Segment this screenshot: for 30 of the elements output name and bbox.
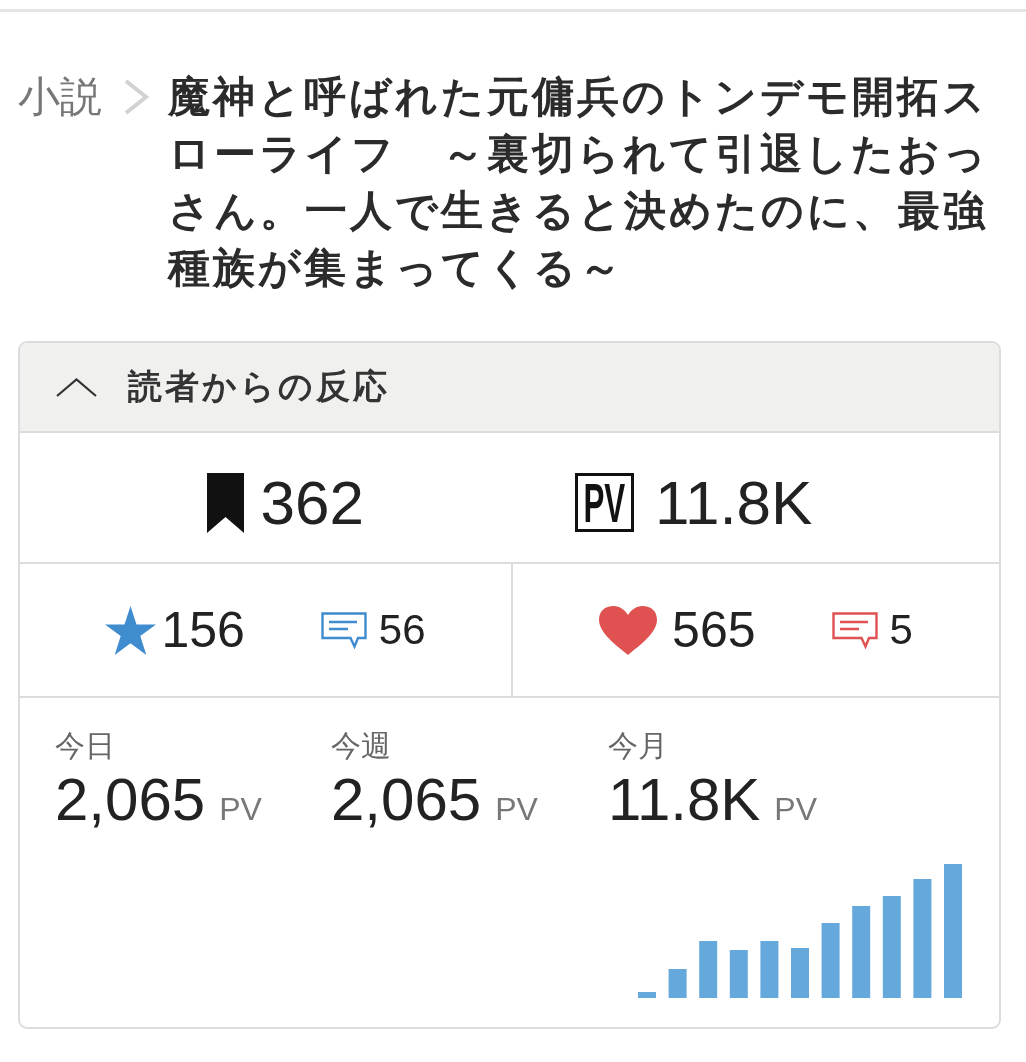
reaction-count: 565	[672, 605, 756, 655]
unit-label: PV	[495, 791, 538, 828]
total-count: 11.8K	[655, 471, 813, 534]
period-label: 今日	[55, 728, 115, 764]
chart-bar	[638, 992, 656, 998]
chart-bar	[791, 948, 809, 998]
unit-label: PV	[774, 791, 818, 828]
bookmark-icon	[206, 472, 244, 533]
reaction-count: 156	[161, 605, 245, 655]
total-count: 362	[260, 471, 364, 534]
period-value: 2,065	[55, 767, 206, 833]
chart-bar	[729, 950, 748, 998]
period-label: 今週	[331, 728, 391, 764]
period-label: 今月	[608, 728, 668, 764]
breadcrumb-category[interactable]: 小説	[18, 68, 102, 125]
novel-title: 魔神と呼ばれた元傭兵のトンデモ開拓スローライフ ～裏切られて引退したおっさん。一人で生きると決めたのに、最強種族が集まってくる～	[168, 72, 990, 293]
comment-count: 56	[378, 609, 426, 651]
chart-bar	[760, 941, 779, 998]
chevron-icon	[123, 79, 149, 115]
speech-bubble-icon	[831, 611, 878, 649]
period-value: 2,065	[331, 767, 482, 833]
panel-title: 読者からの反応	[128, 366, 390, 407]
chart-bar	[668, 969, 687, 998]
speech-bubble-icon	[320, 611, 367, 649]
unit-label: PV	[219, 791, 262, 828]
caret-icon[interactable]	[56, 377, 97, 397]
comment-count: 5	[889, 609, 913, 651]
chart-bar	[699, 941, 718, 998]
period-value: 11.8K	[608, 767, 761, 833]
pv-badge: PV	[575, 473, 634, 532]
